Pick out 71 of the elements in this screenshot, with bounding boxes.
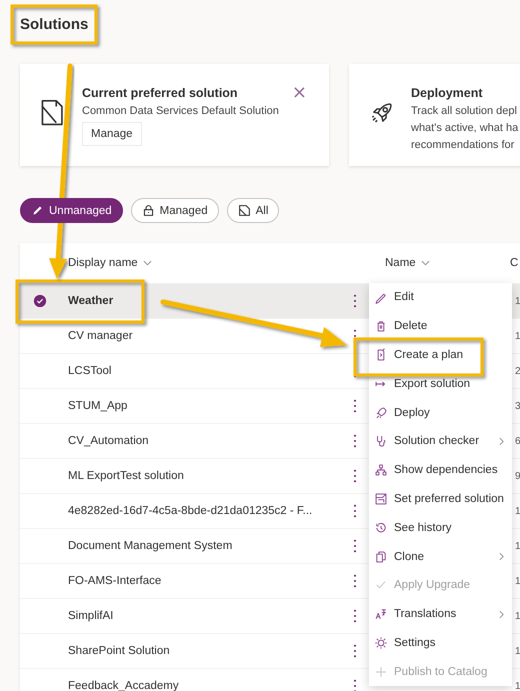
card-description: recommendations for [411,138,514,153]
more-options-icon[interactable] [353,294,357,308]
menu-item[interactable]: Show dependencies [369,456,512,485]
pencil-icon [31,204,44,217]
table-cell-text: LCSTool [68,365,112,377]
menu-item[interactable]: Set preferred solution [369,484,512,514]
table-cell: 1 [515,680,520,691]
table-cell: 1 [515,540,520,552]
card-title: Deployment [411,86,483,100]
menu-item-icon [374,664,388,679]
filter-chip[interactable]: Unmanaged [20,198,123,223]
more-options-icon[interactable] [353,399,357,413]
table-cell: 1 [515,576,520,586]
table-cell-text: SimplifAI [68,610,114,622]
menu-item-icon [374,520,388,535]
more-options-icon[interactable] [353,434,357,448]
close-button[interactable]: × [292,84,307,102]
solution-icon [238,204,251,217]
menu-item-icon [374,492,388,506]
filter-chip[interactable]: Managed [130,198,219,223]
table-cell: 2 [515,366,520,376]
more-options-icon[interactable] [353,679,357,691]
menu-item[interactable]: Deploy [369,398,512,427]
table-cell-text: CV manager [68,330,134,342]
table-cell: 6 [515,436,520,446]
table-cell: 3 [515,400,520,412]
table-cell-text: 4e8282ed-16d7-4c5a-8bde-d21da01235c2 - F... [68,505,314,517]
more-options-icon[interactable] [353,469,357,483]
page-title: Solutions [20,16,88,34]
menu-item[interactable]: Solution checker [369,426,512,456]
menu-item-icon [374,463,388,478]
table-cell-text: FO-AMS-Interface [68,575,162,587]
table-cell-text: Document Management System [68,540,234,552]
table-cell: 1 [515,330,520,342]
menu-item[interactable]: Edit [369,283,512,312]
lock-icon [142,204,155,217]
more-options-icon[interactable] [353,574,357,588]
more-options-icon[interactable] [353,504,357,518]
menu-item[interactable]: Settings [369,628,512,658]
menu-item-icon [374,434,388,448]
more-options-icon[interactable] [353,539,357,553]
column-header[interactable]: Display name [68,257,152,269]
check-circle-icon [33,294,47,308]
menu-item-icon [374,607,388,622]
table-cell: 1 [515,296,520,306]
card-description: Track all solution depl [411,104,517,119]
column-header[interactable]: Name [385,257,430,269]
table-cell: 1 [515,646,520,656]
card-description: Common Data Services Default Solution [82,104,279,119]
table-cell-text: ML ExportTest solution [68,470,185,482]
menu-item[interactable]: Translations [369,600,512,629]
column-header: C [510,257,518,269]
solution-icon [40,98,66,128]
table-cell: 9 [515,470,520,482]
more-options-icon[interactable] [353,609,357,623]
more-options-icon[interactable] [353,644,357,658]
table-cell-text: SharePoint Solution [68,645,171,657]
menu-item-icon [374,636,388,650]
table-cell-text: CV_Automation [68,435,150,447]
menu-item-icon [374,550,388,564]
card-title: Current preferred solution [82,86,238,100]
table-cell-text: Weather [68,295,114,307]
table-cell: 1 [515,506,520,516]
table-cell: 1 [515,610,520,622]
chevron-down-icon [142,260,152,266]
manage-button[interactable]: Manage [82,122,142,146]
filter-chip[interactable]: All [226,198,280,223]
chevron-down-icon [420,260,430,266]
card-description: what's active, what ha [411,121,518,136]
menu-item-icon [374,406,388,420]
table-cell-text: STUM_App [68,400,128,412]
